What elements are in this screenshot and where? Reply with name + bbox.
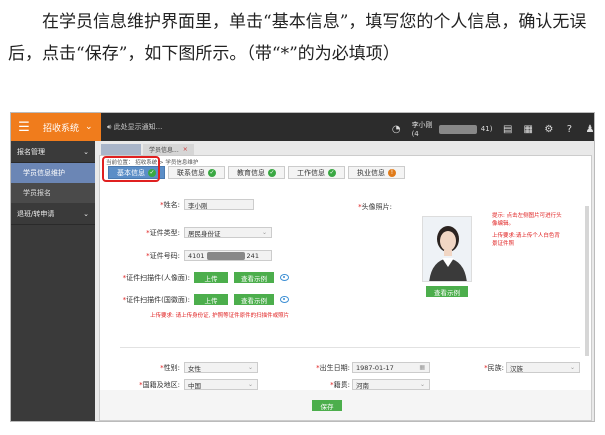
user-settings-icon[interactable]: ♟ [585, 123, 594, 135]
check-icon: ✓ [268, 168, 276, 177]
sidebar-group-label: 报名管理 [17, 147, 45, 156]
tab-education-info[interactable]: 教育信息 ✓ [228, 166, 285, 179]
name-field[interactable]: 李小刚 [184, 199, 254, 210]
name-label: *姓名: [160, 201, 180, 209]
id-type-select[interactable]: 居民身份证 ⌄ [184, 227, 272, 238]
id-number-label: *证件号码: [146, 252, 180, 260]
chevron-down-icon: ⌄ [247, 381, 253, 388]
sidebar: 报名管理 ⌄ 学员信息维护 学员报名 退班/转申请 ⌄ [11, 141, 95, 421]
check-icon: ✓ [208, 168, 216, 177]
tab-work-info[interactable]: 工作信息 ✓ [288, 166, 345, 179]
tab-label: 学员信息... [149, 147, 179, 154]
main-panel: 学员信息... × 当前位置： 招收系统 > 学员信息维护 基本信息 ✓ 联系信… [95, 141, 594, 421]
eye-icon[interactable] [280, 274, 289, 281]
instruction-paragraph: 在学员信息维护界面里，单击“基本信息”，填写您的个人信息，确认无误后，点击“保存… [8, 6, 598, 70]
redacted-mask [439, 124, 477, 134]
top-bar: ☰ 招收系统 ⌄ 🔊︎ 此处显示通知... ◔ 李小刚(4 41) ▤ ▦ ⚙ … [11, 113, 594, 141]
sidebar-group-withdraw[interactable]: 退班/转申请 ⌄ [11, 203, 95, 225]
student-photo[interactable] [422, 216, 472, 282]
sidebar-item-student-info[interactable]: 学员信息维护 [11, 163, 95, 183]
tab-label: 联系信息 [177, 168, 205, 177]
view-front-example-button[interactable]: 查看示例 [234, 272, 274, 283]
user-info[interactable]: 李小刚(4 41) [412, 120, 493, 138]
hamburger-icon[interactable]: ☰ [11, 113, 37, 141]
upload-front-button[interactable]: 上传 [194, 272, 228, 283]
help-icon[interactable]: ? [564, 123, 575, 135]
warning-icon: ! [388, 168, 396, 177]
tab-student-info[interactable]: 学员信息... × [143, 144, 194, 155]
ethnic-label: *民族: [484, 364, 504, 372]
app-screenshot: ☰ 招收系统 ⌄ 🔊︎ 此处显示通知... ◔ 李小刚(4 41) ▤ ▦ ⚙ … [10, 112, 595, 422]
photo-example-button[interactable]: 查看示例 [426, 286, 468, 297]
user-prefix: 李小刚(4 [411, 121, 433, 138]
id-number-field[interactable]: 4101 241 [184, 250, 272, 261]
id-type-label: *证件类型: [146, 229, 180, 237]
birth-date-field[interactable]: 1987-01-17 ▦ [352, 362, 430, 373]
redacted-mask [206, 251, 245, 260]
sidebar-item-label: 学员报名 [23, 189, 51, 197]
calendar-icon[interactable]: ▦ [523, 123, 534, 135]
sidebar-group-label: 退班/转申请 [17, 209, 55, 218]
chevron-down-icon: ⌄ [247, 364, 253, 371]
gender-label: *性别: [160, 364, 180, 372]
user-suffix: 41) [480, 125, 493, 133]
scan-front-label: *证件扫描件(人像面): [122, 274, 190, 282]
upload-back-button[interactable]: 上传 [194, 294, 228, 305]
system-label: 招收系统 [43, 123, 80, 134]
tab-label: 教育信息 [237, 168, 265, 177]
ethnic-select[interactable]: 汉族 ⌄ [506, 362, 580, 373]
chevron-down-icon: ⌄ [83, 209, 89, 218]
tab-contact-info[interactable]: 联系信息 ✓ [168, 166, 225, 179]
photo-hint: 提示: 点击左侧图片可进行头像编辑。 上传要求:请上传个人白色背景证件照 [492, 213, 562, 247]
chevron-down-icon: ⌄ [83, 147, 89, 156]
eye-icon[interactable] [280, 296, 289, 303]
highlight-box [102, 156, 160, 182]
country-label: *国籍及地区: [139, 381, 180, 389]
chevron-down-icon: ⌄ [419, 381, 425, 388]
chevron-down-icon: ⌄ [569, 364, 575, 371]
avatar-icon[interactable]: ◔ [391, 123, 402, 135]
divider [120, 347, 580, 348]
page-tabs: 学员信息... × [95, 141, 594, 155]
check-icon: ✓ [328, 168, 336, 177]
save-button[interactable]: 保存 [312, 400, 342, 411]
tab-label: 工作信息 [297, 168, 325, 177]
tab-home[interactable] [101, 144, 141, 155]
sidebar-group-registration[interactable]: 报名管理 ⌄ [11, 141, 95, 163]
sidebar-item-label: 学员信息维护 [23, 169, 65, 177]
person-photo-icon [423, 217, 471, 281]
notice-area[interactable]: 🔊︎ 此处显示通知... [107, 122, 162, 132]
native-place-select[interactable]: 河南 ⌄ [352, 379, 430, 390]
speaker-icon: 🔊︎ [107, 123, 112, 131]
view-back-example-button[interactable]: 查看示例 [234, 294, 274, 305]
instruction-text: 在学员信息维护界面里，单击“基本信息”，填写您的个人信息，确认无误后，点击“保存… [8, 12, 587, 64]
calendar-icon: ▦ [419, 364, 425, 371]
tab-practice-info[interactable]: 执业信息 ! [348, 166, 405, 179]
scan-back-label: *证件扫描件(国徽面): [122, 296, 190, 304]
gear-icon[interactable]: ⚙ [544, 123, 555, 135]
sidebar-item-enroll[interactable]: 学员报名 [11, 183, 95, 203]
tab-label: 执业信息 [357, 168, 385, 177]
gender-select[interactable]: 女性 ⌄ [184, 362, 258, 373]
system-switcher[interactable]: 招收系统 ⌄ [37, 113, 101, 141]
native-place-label: *籍贯: [330, 381, 350, 389]
topbar-right: ◔ 李小刚(4 41) ▤ ▦ ⚙ ? ♟ ➦ [391, 120, 594, 138]
chevron-down-icon: ⌄ [85, 122, 93, 132]
birth-date-label: *出生日期: [316, 364, 350, 372]
country-select[interactable]: 中国 ⌄ [184, 379, 258, 390]
notice-text: 此处显示通知... [113, 123, 163, 131]
save-bar: 保存 [100, 390, 591, 420]
scrollbar[interactable] [585, 206, 589, 356]
chevron-down-icon: ⌄ [261, 229, 267, 236]
message-icon[interactable]: ▤ [502, 123, 513, 135]
photo-label: *头像照片: [358, 203, 392, 211]
form-content: 当前位置： 招收系统 > 学员信息维护 基本信息 ✓ 联系信息 ✓ 教育信息 ✓ [99, 155, 592, 421]
close-icon[interactable]: × [183, 146, 188, 153]
scan-upload-hint: 上传要求: 请上传身份证, 护照等证件原件的扫描件或照片 [150, 313, 290, 319]
